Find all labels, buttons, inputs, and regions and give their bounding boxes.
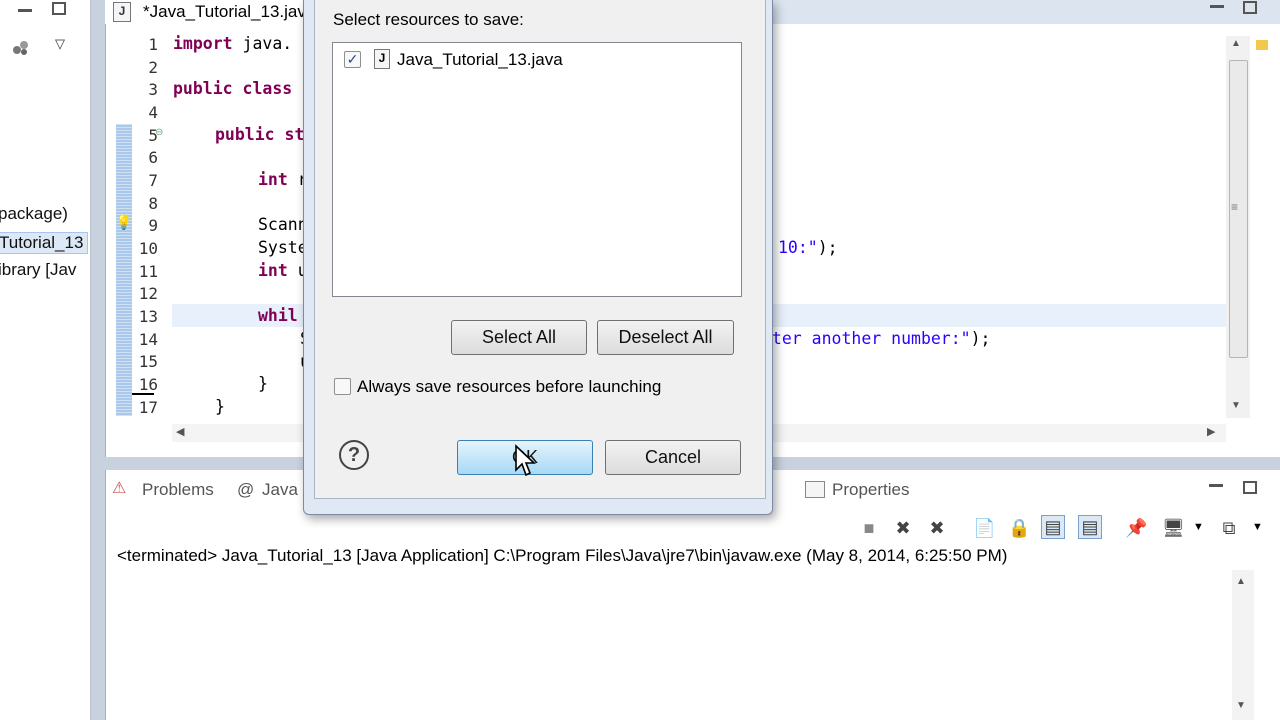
resource-checkbox[interactable]: ✓ — [344, 51, 361, 68]
console-scroll-down-icon[interactable]: ▼ — [1236, 700, 1246, 711]
always-save-label[interactable]: Always save resources before launching — [357, 377, 661, 397]
show-on-stdout-icon[interactable]: ▤ — [1041, 515, 1065, 539]
select-all-button[interactable]: Select All — [451, 320, 587, 355]
java-file-icon: J — [374, 49, 390, 69]
console-minimize-icon[interactable] — [1209, 484, 1223, 487]
cancel-button[interactable]: Cancel — [605, 440, 741, 475]
open-console-dropdown-icon[interactable]: ▼ — [1252, 521, 1263, 533]
code-line-14-tail[interactable]: nter another number:"); — [762, 329, 991, 348]
scroll-left-icon[interactable]: ◀ — [176, 425, 184, 438]
display-console-icon[interactable]: 🖥 — [1162, 517, 1185, 539]
line-number: 2 — [148, 58, 158, 77]
code-line-1[interactable]: import java. — [173, 34, 292, 53]
scroll-lock-icon[interactable]: 🔒 — [1008, 517, 1030, 539]
show-on-stderr-icon[interactable]: ▤ — [1078, 515, 1102, 539]
java-file-icon: J — [113, 2, 131, 22]
line-number: 14 — [138, 330, 158, 349]
scroll-down-icon[interactable]: ▼ — [1231, 400, 1241, 411]
line-number: 11 — [138, 262, 158, 281]
line-number: 16 — [138, 375, 158, 394]
code-line-16[interactable]: } — [258, 374, 268, 393]
display-console-dropdown-icon[interactable]: ▼ — [1193, 521, 1204, 533]
editor-minimize-icon[interactable] — [1210, 5, 1224, 8]
console-output[interactable]: <terminated> Java_Tutorial_13 [Java Appl… — [117, 546, 1007, 566]
scroll-right-icon[interactable]: ▶ — [1207, 425, 1215, 438]
line-number: 4 — [148, 103, 158, 122]
code-line-10-tail[interactable]: 10:"); — [778, 238, 838, 257]
properties-icon — [805, 481, 825, 498]
code-line-10[interactable]: Syste — [258, 238, 308, 257]
problems-icon: ⚠ — [112, 480, 127, 497]
console-scrollbar[interactable] — [1232, 570, 1254, 720]
package-explorer-panel: ▽ package) Tutorial_13 ibrary [Jav — [0, 0, 91, 720]
minimize-icon[interactable] — [18, 2, 32, 12]
code-line-11[interactable]: int u — [258, 261, 308, 280]
console-maximize-icon[interactable] — [1243, 481, 1257, 494]
code-line-9[interactable]: Scann — [258, 215, 308, 234]
scroll-up-icon[interactable]: ▲ — [1231, 38, 1241, 49]
line-number: 5 — [148, 126, 158, 145]
tab-problems[interactable]: Problems — [142, 480, 214, 500]
line-number: 7 — [148, 171, 158, 190]
code-line-17[interactable]: } — [215, 397, 225, 416]
line-number: 13 — [138, 307, 158, 326]
line-number: 12 — [138, 284, 158, 303]
line-number: 9 — [148, 216, 158, 235]
tree-item-tutorial[interactable]: Tutorial_13 — [0, 232, 88, 254]
tree-item-package[interactable]: package) — [0, 204, 68, 224]
deselect-all-button[interactable]: Deselect All — [597, 320, 734, 355]
maximize-icon[interactable] — [52, 2, 66, 15]
dialog-prompt: Select resources to save: — [333, 10, 524, 29]
code-line-5[interactable]: public st — [215, 125, 304, 144]
line-number: 17 — [138, 398, 158, 417]
line-number: 8 — [148, 194, 158, 213]
console-scroll-up-icon[interactable]: ▲ — [1236, 576, 1246, 587]
clear-console-icon[interactable]: 📄 — [973, 517, 995, 539]
open-console-icon[interactable]: ⧉ — [1218, 517, 1240, 539]
tree-item-library[interactable]: ibrary [Jav — [0, 260, 76, 280]
resource-list[interactable] — [332, 42, 742, 297]
code-line-7[interactable]: int r — [258, 170, 308, 189]
overview-ruler-marker[interactable] — [1256, 40, 1268, 50]
code-line-13[interactable]: whil — [258, 306, 298, 325]
line-number: 1 — [148, 35, 158, 54]
scroll-grip-icon: ≡ — [1231, 200, 1239, 214]
tab-javadoc[interactable]: Java — [262, 480, 298, 500]
line-number: 10 — [138, 239, 158, 258]
line-number: 15 — [138, 352, 158, 371]
mouse-cursor-icon — [514, 444, 537, 483]
remove-all-launches-icon[interactable]: ✖ — [926, 517, 948, 539]
collapse-all-icon[interactable] — [12, 38, 30, 56]
editor-maximize-icon[interactable] — [1243, 1, 1257, 14]
line-number: 6 — [148, 148, 158, 167]
editor-tab[interactable]: J *Java_Tutorial_13.java — [105, 0, 316, 24]
always-save-checkbox[interactable] — [334, 378, 351, 395]
remove-launch-icon[interactable]: ✖ — [892, 517, 914, 539]
resource-item-label[interactable]: Java_Tutorial_13.java — [397, 50, 563, 70]
view-menu-icon[interactable]: ▽ — [55, 36, 65, 52]
pin-console-icon[interactable]: 📌 — [1125, 517, 1147, 539]
javadoc-icon: @ — [237, 480, 255, 499]
code-line-3[interactable]: public class — [173, 79, 292, 98]
editor-tab-label: *Java_Tutorial_13.java — [143, 2, 316, 21]
tab-properties[interactable]: Properties — [832, 480, 909, 500]
line-number: 3 — [148, 80, 158, 99]
terminate-icon[interactable]: ■ — [858, 517, 880, 539]
help-icon[interactable]: ? — [339, 440, 369, 470]
